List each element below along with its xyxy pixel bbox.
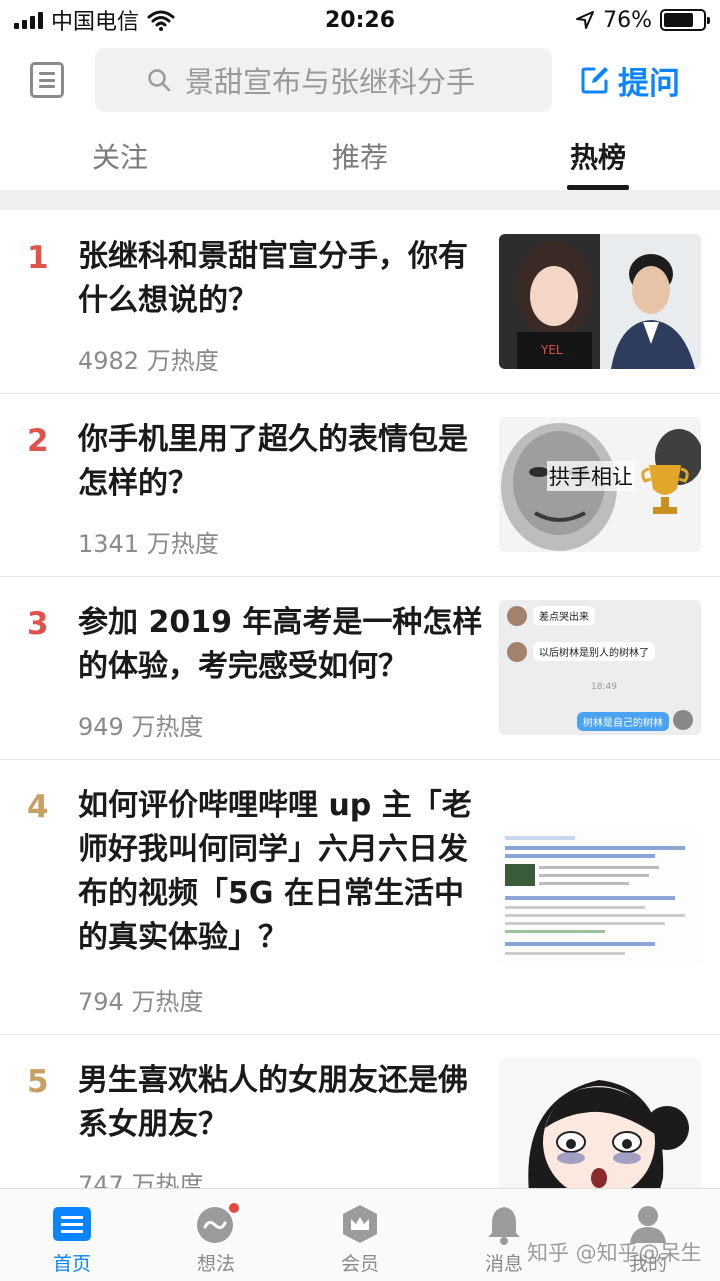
question-thumbnail: YEL xyxy=(499,234,701,369)
question-title: 男生喜欢粘人的女朋友还是佛系女朋友？ xyxy=(78,1063,468,1142)
search-icon xyxy=(148,69,171,92)
question-title: 张继科和景甜官宣分手，你有什么想说的？ xyxy=(78,239,468,318)
avatar xyxy=(507,642,527,662)
rank-number: 3 xyxy=(27,606,49,642)
question-title: 参加 2019 年高考是一种怎样的体验，考完感受如何？ xyxy=(78,605,483,684)
edit-icon xyxy=(581,67,608,94)
question-title: 如何评价哔哩哔哩 up 主「老师好我叫何同学」六月六日发布的视频「5G 在日常生… xyxy=(78,788,472,955)
heat-count: 949 万热度 xyxy=(78,713,204,741)
question-title: 你手机里用了超久的表情包是怎样的？ xyxy=(78,422,468,501)
ask-button[interactable]: 提问 xyxy=(580,58,680,102)
tab-messages[interactable]: 消息 xyxy=(444,1189,564,1281)
chat-bubble: 差点哭出来 xyxy=(533,606,595,625)
hot-list-item[interactable]: 3 参加 2019 年高考是一种怎样的体验，考完感受如何？ 949 万热度 差点… xyxy=(0,577,720,760)
avatar xyxy=(673,710,693,730)
tab-profile[interactable]: 我的 xyxy=(588,1189,708,1281)
tab-recommend[interactable]: 推荐 xyxy=(332,136,388,176)
ideas-icon xyxy=(195,1201,241,1245)
status-bar: 中国电信 20:26 76% xyxy=(0,0,720,40)
tab-member[interactable]: 会员 xyxy=(300,1189,420,1281)
search-placeholder: 景甜宣布与张继科分手 xyxy=(185,65,476,99)
crown-icon xyxy=(339,1203,381,1245)
heat-count: 1341 万热度 xyxy=(78,530,219,558)
question-thumbnail: 拱手相让 xyxy=(499,417,701,552)
chat-bubble: 以后树林是别人的树林了 xyxy=(533,642,655,661)
watermark: 知乎 @知乎@呆生 xyxy=(527,1241,702,1265)
bell-icon xyxy=(483,1203,525,1245)
ask-label: 提问 xyxy=(618,65,680,102)
hot-list-item[interactable]: 5 男生喜欢粘人的女朋友还是佛系女朋友？ 747 万热度 xyxy=(0,1035,720,1199)
clock: 20:26 xyxy=(324,7,396,33)
signal-icon xyxy=(14,11,43,29)
tab-hot[interactable]: 热榜 xyxy=(570,136,626,176)
question-thumbnail xyxy=(499,1058,701,1193)
bottom-tab-bar: 首页 想法 会员 消息 我的 xyxy=(0,1188,720,1281)
header: 景甜宣布与张继科分手 提问 xyxy=(0,44,720,118)
meme-caption: 拱手相让 xyxy=(547,461,635,491)
rank-number: 1 xyxy=(27,240,49,276)
tab-follow[interactable]: 关注 xyxy=(92,136,148,176)
chat-bubble: 树林是自己的树林 xyxy=(577,712,669,731)
tab-home[interactable]: 首页 xyxy=(12,1189,132,1281)
svg-text:YEL: YEL xyxy=(540,343,563,357)
question-thumbnail: 差点哭出来 以后树林是别人的树林了 18:49 树林是自己的树林 xyxy=(499,600,701,735)
rank-number: 4 xyxy=(27,789,49,825)
rank-number: 2 xyxy=(27,423,49,459)
notification-dot xyxy=(227,1201,241,1215)
menu-icon[interactable] xyxy=(30,62,64,98)
search-bar[interactable]: 景甜宣布与张继科分手 xyxy=(95,48,552,112)
hot-list-item[interactable]: 1 张继科和景甜官宣分手，你有什么想说的？ 4982 万热度 YEL xyxy=(0,210,720,394)
rank-number: 5 xyxy=(27,1064,49,1100)
heat-count: 794 万热度 xyxy=(78,988,204,1016)
question-thumbnail xyxy=(499,830,701,965)
section-divider xyxy=(0,190,720,210)
chat-timestamp: 18:49 xyxy=(591,682,617,692)
top-tabs: 关注 推荐 热榜 xyxy=(0,128,720,190)
battery-percent: 76% xyxy=(603,7,652,33)
tab-ideas[interactable]: 想法 xyxy=(156,1189,276,1281)
home-icon xyxy=(51,1203,93,1245)
wifi-icon xyxy=(147,10,175,31)
battery-icon xyxy=(660,9,710,31)
carrier-label: 中国电信 xyxy=(51,10,140,35)
heat-count: 4982 万热度 xyxy=(78,347,219,375)
avatar xyxy=(507,606,527,626)
location-icon xyxy=(576,11,595,29)
hot-list-item[interactable]: 4 如何评价哔哩哔哩 up 主「老师好我叫何同学」六月六日发布的视频「5G 在日… xyxy=(0,760,720,1035)
hot-list-item[interactable]: 2 你手机里用了超久的表情包是怎样的？ 1341 万热度 拱手相让 xyxy=(0,394,720,577)
